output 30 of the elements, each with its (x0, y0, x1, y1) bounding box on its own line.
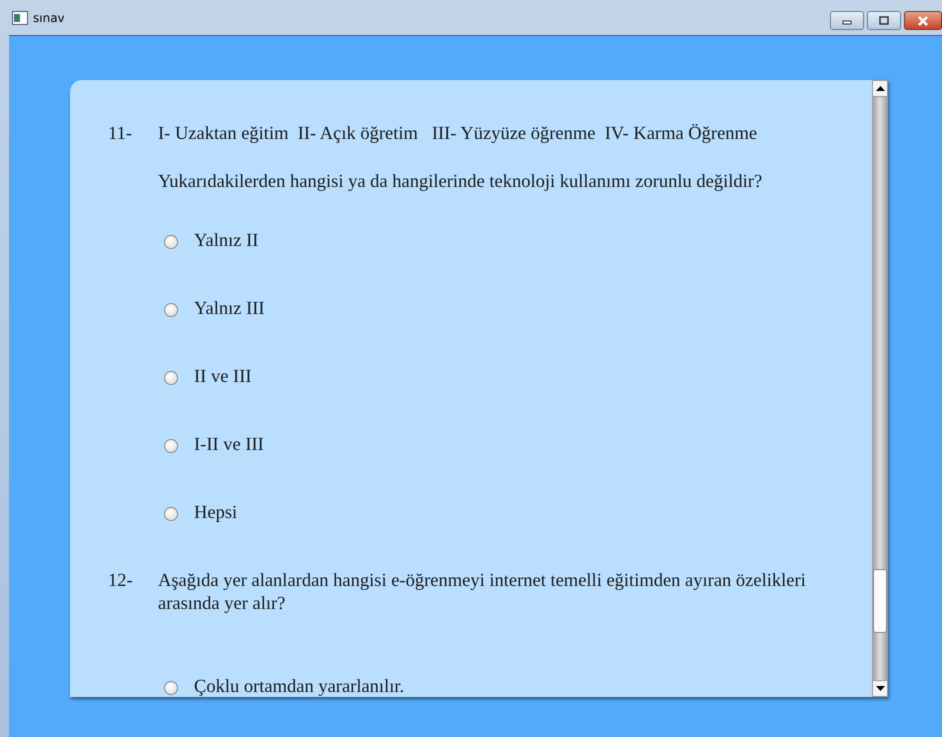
scrollbar[interactable] (872, 80, 888, 697)
radio-button[interactable] (164, 370, 178, 384)
up-arrow-icon (876, 86, 884, 91)
scroll-up-button[interactable] (872, 80, 888, 97)
close-button[interactable] (904, 11, 942, 30)
scroll-down-button[interactable] (872, 680, 888, 697)
question-text: Aşağıda yer alanlardan hangisi e-öğrenmeyi internet temelli eğitimden ayıran özelikleri arasında yer alır? (158, 570, 807, 616)
window-icon (12, 10, 28, 24)
radio-button[interactable] (164, 680, 178, 694)
maximize-icon (878, 16, 890, 26)
option-label[interactable]: II ve III (194, 367, 252, 388)
question-number: 11- (108, 123, 133, 146)
radio-button[interactable] (164, 234, 178, 248)
minimize-button[interactable] (830, 11, 864, 30)
option-label[interactable]: Yalnız III (194, 299, 265, 320)
close-icon (917, 16, 929, 26)
option-label[interactable]: Yalnız II (194, 231, 258, 252)
option-label[interactable]: Çoklu ortamdan yararlanılır. (194, 677, 404, 697)
question-number: 12- (108, 570, 134, 593)
option-label[interactable]: I-II ve III (194, 435, 264, 456)
maximize-button[interactable] (867, 11, 901, 30)
down-arrow-icon (876, 686, 884, 691)
window-title: sınav (33, 10, 65, 24)
question-prompt: Yukarıdakilerden hangisi ya da hangilerinde teknoloji kullanımı zorunlu değildir? (158, 171, 764, 194)
radio-button[interactable] (164, 302, 178, 316)
radio-button[interactable] (164, 438, 178, 452)
question-text: I- Uzaktan eğitim II- Açık öğretim III- Yüzyüze öğrenme IV- Karma Öğrenme (158, 123, 758, 146)
scroll-thumb[interactable] (873, 569, 887, 633)
option-label[interactable]: Hepsi (194, 503, 238, 524)
radio-button[interactable] (164, 506, 178, 520)
